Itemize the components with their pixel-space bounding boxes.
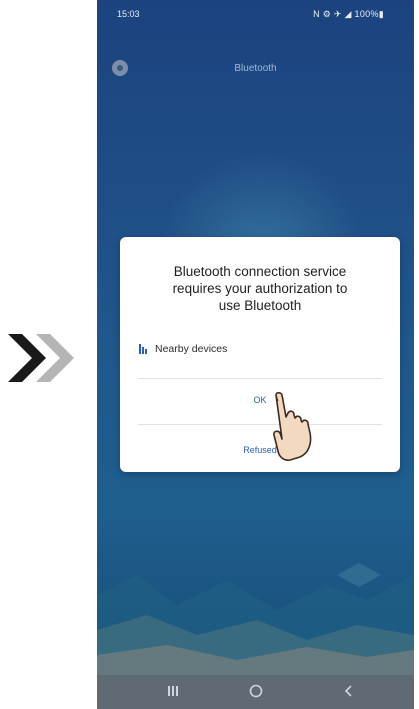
dialog-title: Bluetooth connection service requires yo… (140, 263, 380, 314)
double-chevron-right-icon (8, 334, 74, 382)
home-icon[interactable] (249, 684, 263, 698)
app-bar: Bluetooth (97, 48, 414, 88)
dialog-title-line: requires your authorization to (172, 281, 348, 296)
terrain-decoration (97, 563, 414, 675)
navigation-bar (97, 675, 414, 709)
status-bar: 15:03 N ⚙ ✈ ◢ 100%▮ (97, 0, 414, 26)
divider (138, 378, 382, 379)
refuse-button[interactable]: Refused (120, 445, 400, 455)
ok-button[interactable]: OK (120, 395, 400, 405)
status-time: 15:03 (117, 9, 140, 19)
status-icons: N ⚙ ✈ ◢ 100%▮ (313, 9, 384, 19)
permission-label: Nearby devices (155, 343, 228, 355)
dialog-title-line: use Bluetooth (218, 298, 302, 313)
back-icon[interactable] (343, 685, 355, 697)
bluetooth-permission-dialog: Bluetooth connection service requires yo… (120, 237, 400, 472)
app-title: Bluetooth (234, 63, 277, 74)
phone-screen: 15:03 N ⚙ ✈ ◢ 100%▮ Bluetooth Bluetooth … (97, 0, 414, 709)
permission-item: Nearby devices (138, 341, 378, 357)
dialog-title-line: Bluetooth connection service (173, 264, 347, 279)
nearby-devices-icon (139, 344, 147, 354)
divider (138, 424, 382, 425)
pointing-hand-icon (273, 391, 312, 461)
recents-icon[interactable] (167, 685, 179, 697)
